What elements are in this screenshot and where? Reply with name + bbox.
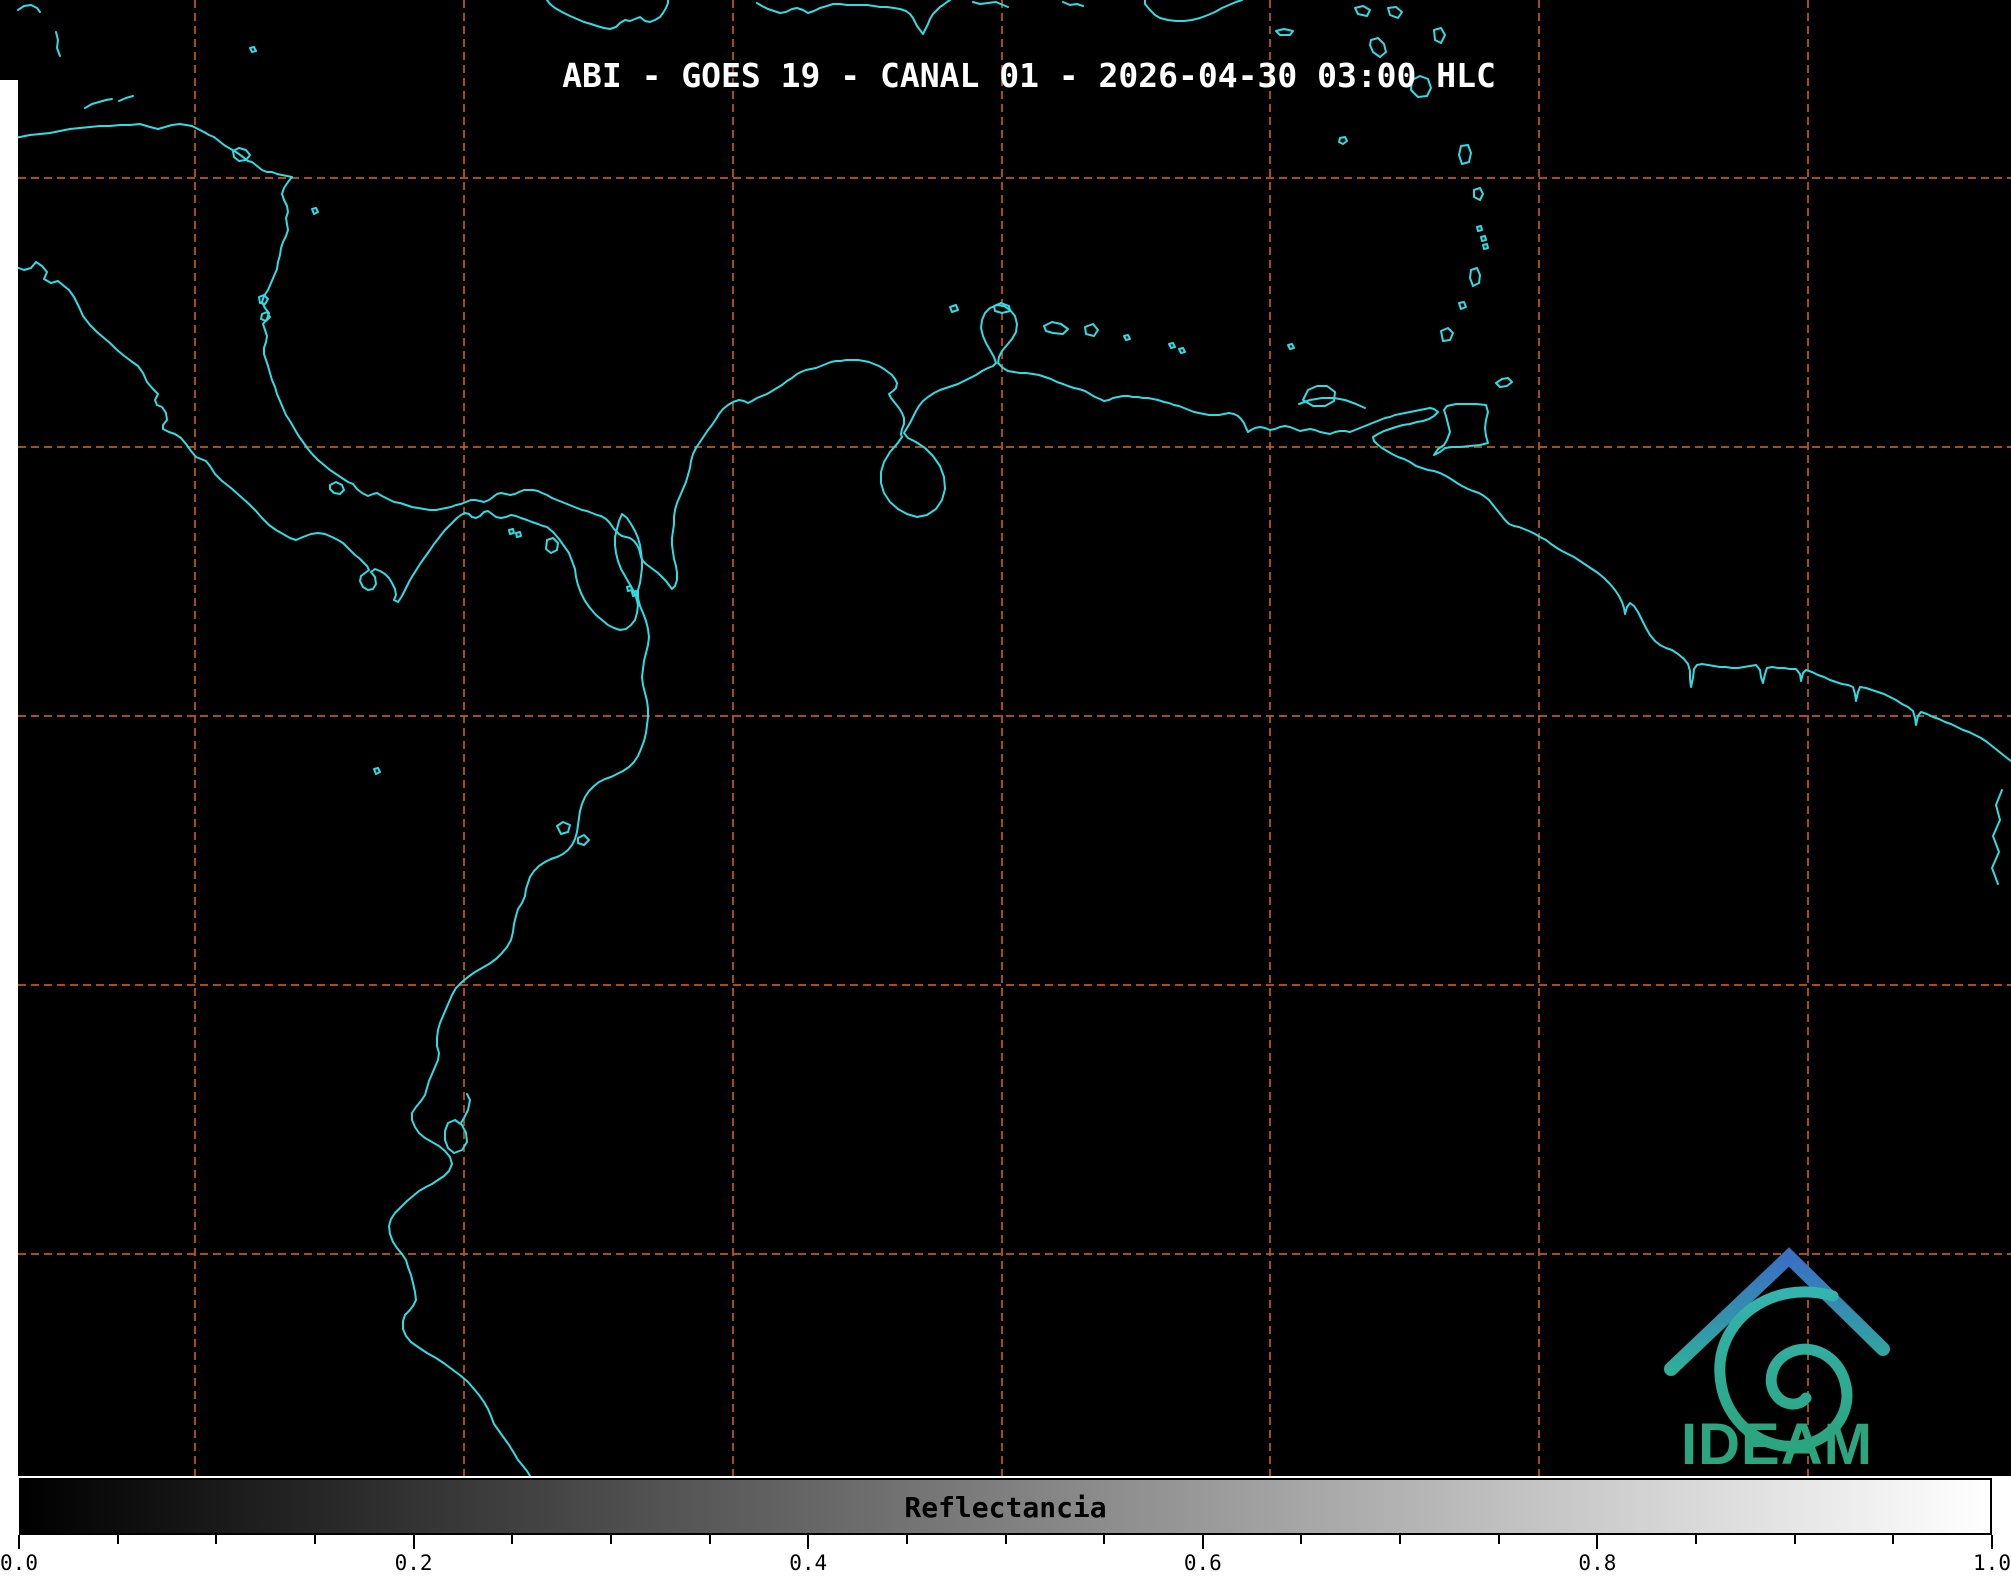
pacific-islet-2	[577, 834, 590, 846]
colorbar-minor-tick	[1892, 1535, 1895, 1544]
vieques-island	[1275, 28, 1294, 36]
colorbar-minor-tick	[116, 1535, 119, 1544]
colorbar-minor-tick	[1004, 1535, 1007, 1544]
mona-fragment	[1062, 1, 1084, 7]
honduras-bay-island-guanaja	[118, 95, 134, 102]
providencia-island	[311, 207, 319, 215]
coiba-island	[545, 537, 559, 554]
st-lucia-island	[1458, 144, 1472, 165]
colorbar-minor-tick	[1695, 1535, 1698, 1544]
colorbar-minor-tick	[1399, 1535, 1402, 1544]
colorbar-major-tick	[18, 1535, 20, 1549]
colorbar-tick-label: 0.4	[789, 1551, 828, 1575]
latlon-gridlines	[18, 0, 2011, 1476]
figure-left-margin	[0, 80, 18, 1476]
colorbar-major-tick	[412, 1535, 415, 1549]
brazil-right-edge-fragment	[1991, 789, 2003, 885]
satellite-image-viewer: { "title": { "text": "ABI - GOES 19 - CA…	[0, 0, 2011, 1577]
colorbar-panel: Reflectancia 0.0 0.2 0.4 0.6 0.8 1.0	[0, 1476, 2011, 1577]
gorgona-island	[373, 767, 381, 775]
colorbar-tick-label: 1.0	[1973, 1551, 2011, 1575]
honduras-bay-island-roatan	[84, 98, 113, 109]
pacific-coast	[0, 261, 650, 1477]
jamaica-coast	[546, 0, 669, 30]
colorbar-major-tick	[1991, 1535, 1993, 1549]
venezuela-islet-2	[1178, 347, 1186, 354]
guadeloupe-islet-east	[1387, 6, 1403, 19]
puerto-rico-south-coast	[1144, 0, 1243, 22]
martinique-east-islet	[1433, 27, 1446, 44]
grenada-island	[1469, 267, 1481, 287]
antilles-islet-south	[1458, 301, 1467, 310]
pacific-islet-1	[556, 821, 571, 835]
guayaquil-estuary-hook	[460, 1093, 471, 1124]
barbados-island	[1338, 136, 1348, 145]
satellite-map-canvas: IDEAM	[0, 0, 2011, 1477]
caribbean-central-south-america-coast	[0, 123, 2011, 762]
chiriqui-islet-2	[515, 531, 522, 538]
chiriqui-islet-1	[508, 528, 515, 535]
colorbar-minor-tick	[1497, 1535, 1500, 1544]
bocas-lagoon	[329, 481, 345, 495]
colorbar-minor-tick	[905, 1535, 908, 1544]
pearl-islet-1	[626, 585, 633, 592]
dominica-island	[1369, 37, 1387, 58]
grenadines-islet-2	[1480, 235, 1487, 242]
aruba-island	[949, 304, 959, 313]
caratasca-lagoon	[232, 147, 251, 162]
colorbar-minor-tick	[313, 1535, 316, 1544]
colorbar-title: Reflectancia	[904, 1491, 1107, 1524]
los-roques-islets-east	[1084, 323, 1099, 337]
ideam-logo-text: IDEAM	[1681, 1412, 1873, 1477]
los-roques-islets-west	[1043, 321, 1069, 335]
colorbar-major-tick	[1596, 1535, 1599, 1549]
colorbar-minor-tick	[511, 1535, 514, 1544]
colorbar-tick-label: 0.0	[0, 1551, 38, 1575]
colorbar-tick-label: 0.2	[394, 1551, 433, 1575]
hispaniola-south-coast	[756, 0, 951, 35]
colorbar-minor-tick	[1300, 1535, 1303, 1544]
colorbar-tick-label: 0.6	[1183, 1551, 1222, 1575]
colorbar-minor-tick	[708, 1535, 711, 1544]
venezuela-islet-1	[1168, 342, 1176, 349]
colorbar-major-tick	[807, 1535, 810, 1549]
colorbar-minor-tick	[609, 1535, 612, 1544]
margarita-island	[1302, 385, 1336, 407]
guadeloupe-islet-west	[1354, 5, 1371, 17]
colorbar-tick-label: 0.8	[1578, 1551, 1617, 1575]
tobago-island	[1495, 377, 1513, 388]
st-vincent-island	[1473, 187, 1484, 201]
venezuela-islet-3	[1287, 343, 1295, 350]
belize-edge-fragment	[55, 31, 61, 57]
colorbar-minor-tick	[1793, 1535, 1796, 1544]
la-blanquilla-islet	[1123, 334, 1131, 341]
colorbar-minor-tick	[215, 1535, 218, 1544]
image-title: ABI - GOES 19 - CANAL 01 - 2026-04-30 03…	[562, 56, 1496, 95]
colorbar-minor-tick	[1103, 1535, 1106, 1544]
ideam-logo: IDEAM	[1664, 1247, 1890, 1477]
cayman-islet	[249, 46, 257, 53]
antilles-islet-chain-piece	[1440, 327, 1454, 342]
ideam-roof-icon	[1664, 1247, 1890, 1376]
top-left-coast-fragment	[17, 4, 41, 13]
grenadines-islet-1	[1476, 225, 1483, 232]
colorbar-major-tick	[1201, 1535, 1204, 1549]
grenadines-islet-3	[1482, 243, 1489, 250]
